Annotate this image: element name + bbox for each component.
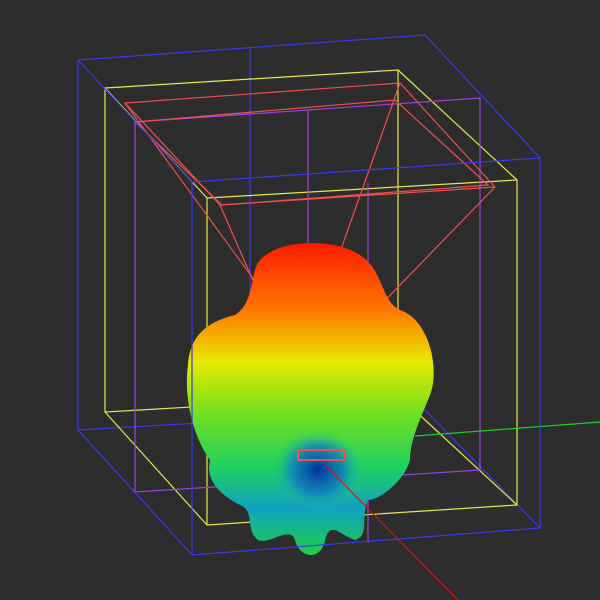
- radiation-pattern: [186, 243, 434, 555]
- 3d-viewport[interactable]: [0, 0, 600, 600]
